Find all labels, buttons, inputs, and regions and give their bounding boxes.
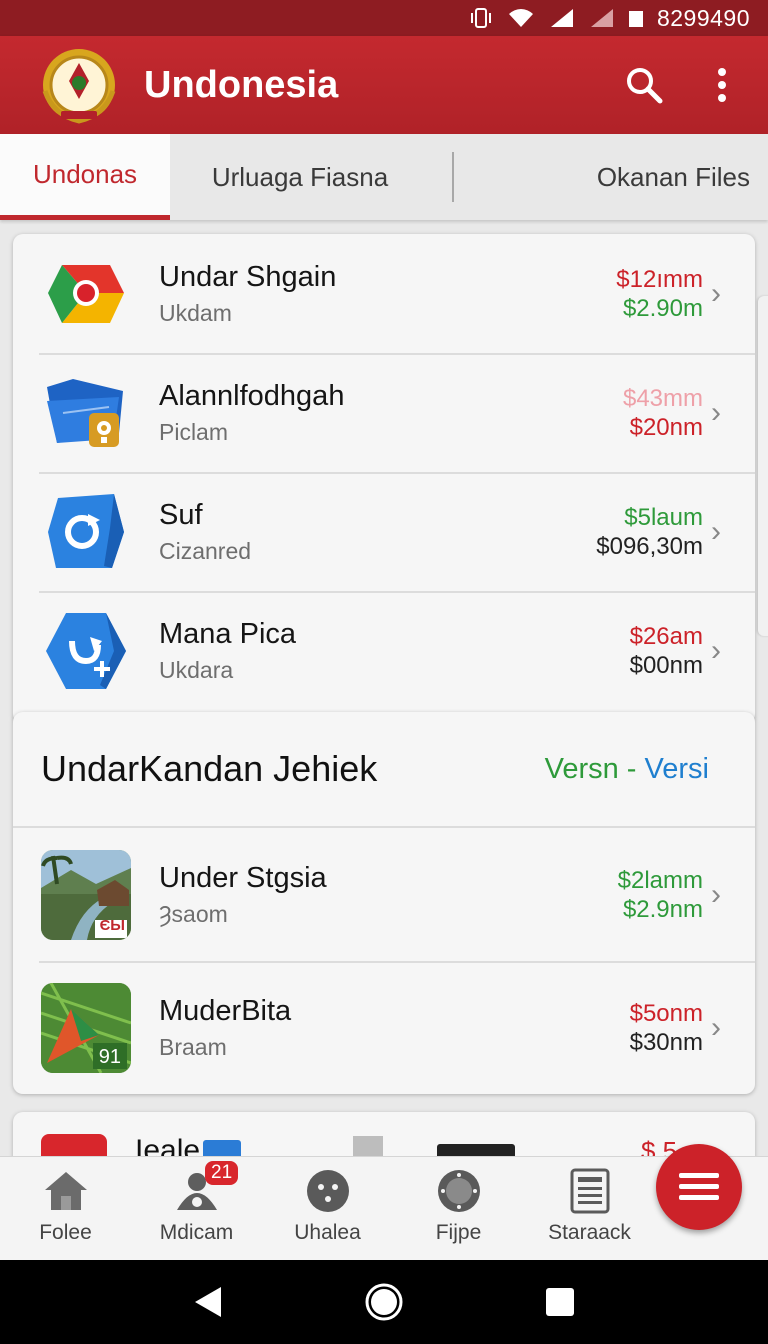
item-title: Undar Shgain [159,260,337,293]
item-value-primary: $43mm [622,384,703,412]
item-title: MuderBita [159,994,292,1027]
chevron-right-icon: › [711,877,721,911]
nav-item-fijpe[interactable]: Fijpe [393,1157,524,1260]
item-subtitle: Braam [159,1033,227,1060]
face-icon [304,1167,352,1215]
thumb-label: 91 [98,1045,121,1068]
battery-icon [628,9,643,27]
chevron-right-icon: › [711,395,721,429]
home-button[interactable] [354,1272,414,1332]
folder-settings-icon [41,368,131,458]
item-subtitle: Ukdam [159,299,232,326]
nav-item-mdicam[interactable]: 21 Mdicam [131,1157,262,1260]
menu-icon [679,1173,719,1200]
more-vert-icon [718,68,726,102]
overflow-menu-button[interactable] [690,53,754,117]
refresh-cube-icon [41,487,131,577]
scroll-edge [758,296,768,636]
chrome-like-icon [41,249,131,339]
tab-urluaga-fiasna[interactable]: Urluaga Fiasna [170,134,430,220]
item-value-secondary: $096,30m [596,532,703,560]
back-button[interactable] [178,1272,238,1332]
notification-badge: 21 [205,1161,239,1185]
item-value-secondary: $2.90m [622,294,703,322]
item-value-secondary: $30nm [629,1028,703,1056]
signal-secondary-icon [589,7,615,29]
list-item[interactable]: Suf Cizanred $5laum $096,30m › [13,472,755,591]
system-nav-bar [0,1260,768,1344]
vibrate-icon [469,7,493,29]
section-card: UndarKandan Jehiek Versn - Versi ЄЫ Unde… [13,712,755,1094]
recents-button[interactable] [530,1272,590,1332]
tab-undonas[interactable]: Undonas [0,134,170,220]
emblem-logo [34,40,124,130]
home-icon [42,1167,90,1215]
palm-leaf-photo-icon: 91 [41,982,131,1073]
list-item[interactable]: ЄЫ Under Stgsia Ȝsaom $2lamm $2.9nm › [13,828,755,961]
tab-okanan-files[interactable]: Okanan Files [454,134,754,220]
section-title: UndarKandan Jehiek [41,748,378,789]
list-item[interactable]: Alannlfodhgah Piclam $43mm $20nm › [13,353,755,472]
tab-bar: Undonas Urluaga Fiasna Okanan Files [0,134,768,220]
bottom-nav: Folee 21 Mdicam Uhalea Fijpe Staraack [0,1156,768,1260]
item-subtitle: Cizanred [159,537,252,564]
recents-square-icon [546,1288,574,1316]
item-value-secondary: $20nm [629,413,703,441]
home-circle-icon [365,1283,403,1321]
item-value-primary: $12ımm [616,265,703,293]
app-title: Undonesia [144,63,339,106]
nav-item-uhalea[interactable]: Uhalea [262,1157,393,1260]
app-bar: Undonesia [0,36,768,134]
item-title: Alannlfodhgah [159,379,345,412]
list-item[interactable]: Undar Shgain Ukdam $12ımm $2.90m › [13,234,755,353]
version-link[interactable]: Versn - Versi [545,753,709,786]
item-value-secondary: $00nm [629,651,703,679]
signal-icon [549,7,575,29]
back-triangle-icon [195,1287,221,1317]
chevron-right-icon: › [711,633,721,667]
apps-list-card: Undar Shgain Ukdam $12ımm $2.90m › Alann… [13,234,755,724]
status-time: 8299490 [656,4,750,31]
item-title: Mana Pica [159,617,297,650]
item-subtitle: Ukdara [159,656,234,683]
list-item[interactable]: Mana Pica Ukdara $26am $00nm › [13,591,755,710]
thumb-label: ЄЫ [99,916,125,934]
chevron-right-icon: › [711,276,721,310]
add-cube-icon [41,606,131,696]
chevron-right-icon: › [711,1010,721,1044]
document-icon [566,1167,614,1215]
item-title: Under Stgsia [159,861,327,894]
item-value-primary: $26am [629,622,703,650]
item-value-primary: $2lamm [617,866,703,894]
wifi-icon [507,7,535,29]
item-subtitle: Piclam [159,418,229,445]
list-item[interactable]: 91 MuderBita Braam $5onm $30nm › [13,961,755,1094]
menu-fab-button[interactable] [656,1144,742,1230]
nav-item-staraack[interactable]: Staraack [524,1157,655,1260]
section-header: UndarKandan Jehiek Versn - Versi [13,712,755,828]
item-subtitle: Ȝsaom [159,900,228,927]
status-bar: 8299490 [0,0,768,36]
item-value-primary: $5onm [629,999,703,1027]
circle-dots-icon [435,1167,483,1215]
item-title: Suf [159,498,203,531]
nav-item-folee[interactable]: Folee [0,1157,131,1260]
search-icon [627,68,663,104]
chevron-right-icon: › [711,514,721,548]
item-value-primary: $5laum [624,503,703,531]
search-button[interactable] [612,53,676,117]
item-value-secondary: $2.9nm [622,895,703,923]
village-photo-icon: ЄЫ [41,849,131,940]
